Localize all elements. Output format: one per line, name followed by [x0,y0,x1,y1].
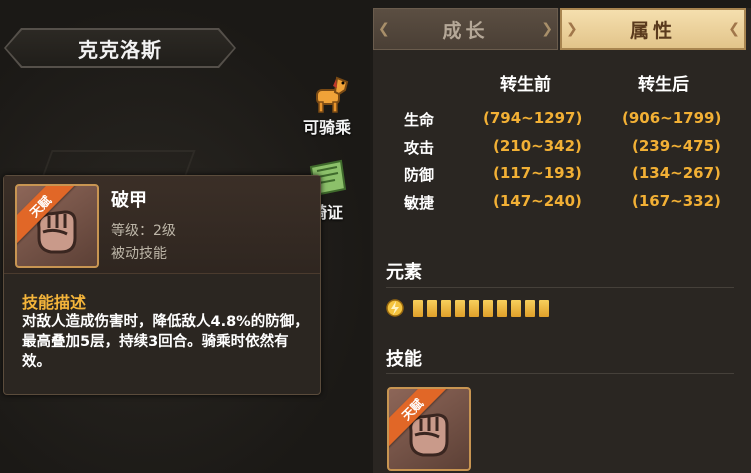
skill-tooltip: 天赋 破甲 等级：2级 被动技能 技能描述 对敌人造成伤害时，降低敌人4.8%的… [3,175,321,395]
divider [386,373,734,374]
skill-icon: 天赋 [15,184,99,268]
stat-hp-before: (794~1297) [483,109,583,127]
stat-hp-after: (906~1799) [622,109,722,127]
skill-level: 等级：2级 [111,223,176,239]
chevron-right-icon: ❯ [541,21,553,37]
element-pip [455,300,465,317]
skills-section-title: 技能 [386,349,422,370]
character-name: 克克洛斯 [78,37,162,62]
chevron-left-icon: ❮ [378,21,390,37]
element-pip [525,300,535,317]
skill-desc-title: 技能描述 [22,293,87,312]
stat-agi-after: (167~332) [632,192,721,210]
lightning-element-icon [386,299,404,317]
col-header-before: 转生前 [500,75,551,95]
stat-label-def: 防御 [404,166,435,184]
element-pip [413,300,423,317]
tab-growth-label: 成长 [442,19,489,42]
tab-attributes-label: 属性 [629,19,676,42]
element-pip [511,300,521,317]
skill-description: 对敌人造成伤害时，降低敌人4.8%的防御，最高叠加5层，持续3回合。骑乘时依然有… [22,314,309,370]
stat-def-before: (117~193) [493,164,582,182]
chevron-left-icon: ❯ [566,21,578,37]
chevron-right-icon: ❮ [728,21,740,37]
skill-type: 被动技能 [111,246,167,262]
tab-growth[interactable]: 成长 ❮ ❯ [373,8,558,50]
stat-label-agi: 敏捷 [404,194,435,212]
stat-label-atk: 攻击 [404,139,435,157]
rideable-label: 可骑乘 [303,118,352,137]
stat-label-hp: 生命 [404,111,435,129]
element-pip [483,300,493,317]
element-pip [497,300,507,317]
element-pip [469,300,479,317]
element-pip [427,300,437,317]
skill-slot[interactable]: 天赋 [387,387,471,471]
element-pip [539,300,549,317]
rideable-button[interactable]: 可骑乘 [303,70,351,138]
skill-name: 破甲 [111,190,147,211]
name-plate: 克克洛斯 [6,30,234,66]
horse-icon [316,76,349,113]
divider [386,287,734,288]
tab-attributes[interactable]: 属性 ❯ ❮ [560,8,746,50]
stat-atk-before: (210~342) [493,137,582,155]
col-header-after: 转生后 [638,75,689,95]
stat-atk-after: (239~475) [632,137,721,155]
stat-def-after: (134~267) [632,164,721,182]
element-pip [441,300,451,317]
stat-agi-before: (147~240) [493,192,582,210]
element-section-title: 元素 [386,262,422,283]
